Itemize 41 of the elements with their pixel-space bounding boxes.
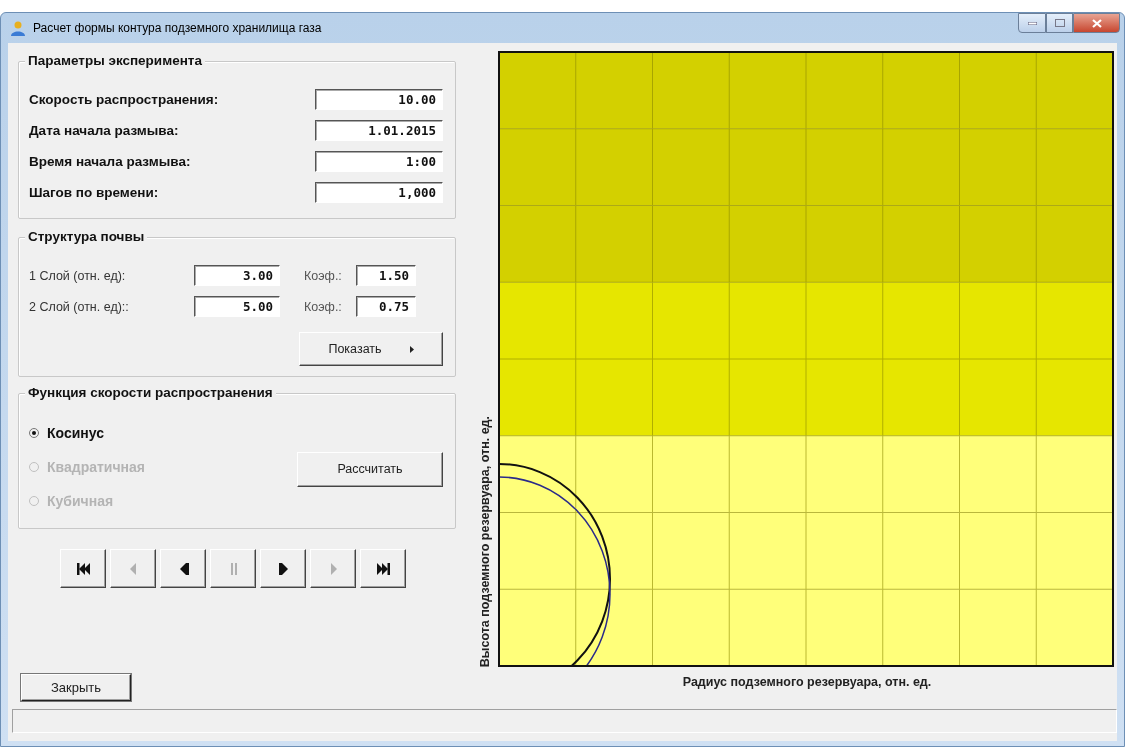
app-icon xyxy=(11,20,25,36)
axis-label: Высота подземного резервуара, отн. ед. xyxy=(478,414,492,667)
playback-button[interactable] xyxy=(360,549,406,588)
field-label: Скорость распространения: xyxy=(29,92,219,107)
radio-option[interactable]: Косинус xyxy=(29,416,145,450)
group-title: Структура почвы xyxy=(25,229,148,244)
field-label: Время начала размыва: xyxy=(29,154,191,169)
input-field[interactable]: 1.50 xyxy=(356,265,416,286)
arrow-icon xyxy=(409,345,414,353)
minimize-icon xyxy=(1027,21,1037,25)
skip-end-icon xyxy=(376,562,390,575)
close-button[interactable] xyxy=(1073,13,1120,33)
group-title: Параметры эксперимента xyxy=(25,53,205,68)
playback-button[interactable] xyxy=(160,549,206,588)
close-window-button[interactable]: Закрыть xyxy=(21,674,131,701)
window-title: Расчет формы контура подземного хранилища газа xyxy=(33,21,322,35)
layer-label: 1 Слой (отн. ед): xyxy=(29,268,127,283)
input-field[interactable]: 1,000 xyxy=(315,182,443,203)
show-button[interactable]: Показать xyxy=(299,332,443,366)
field-label: Шагов по времени: xyxy=(29,185,159,200)
coef-label: Коэф.: xyxy=(304,268,343,283)
skip-start-icon xyxy=(76,562,90,575)
play-icon xyxy=(276,562,290,575)
group-title: Функция скорости распространения xyxy=(25,385,276,400)
input-field[interactable]: 0.75 xyxy=(356,296,416,317)
field-label: Дата начала размыва: xyxy=(29,123,179,138)
maximize-icon xyxy=(1054,19,1065,27)
axis-label: Радиус подземного резервуара, отн. ед. xyxy=(682,675,932,689)
input-field[interactable]: 5.00 xyxy=(194,296,280,317)
close-icon xyxy=(1091,18,1102,28)
maximize-button[interactable] xyxy=(1046,13,1073,33)
input-field[interactable]: 1.01.2015 xyxy=(315,120,443,141)
coef-label: Коэф.: xyxy=(304,299,343,314)
input-field[interactable]: 10.00 xyxy=(315,89,443,110)
minimize-button[interactable] xyxy=(1018,13,1046,33)
input-field[interactable]: 3.00 xyxy=(194,265,280,286)
input-field[interactable]: 1:00 xyxy=(315,151,443,172)
layer-label: 2 Слой (отн. ед):: xyxy=(29,299,130,314)
playback-button[interactable] xyxy=(260,549,306,588)
calculate-button[interactable]: Рассчитать xyxy=(297,451,443,487)
playback-button[interactable] xyxy=(60,549,106,588)
